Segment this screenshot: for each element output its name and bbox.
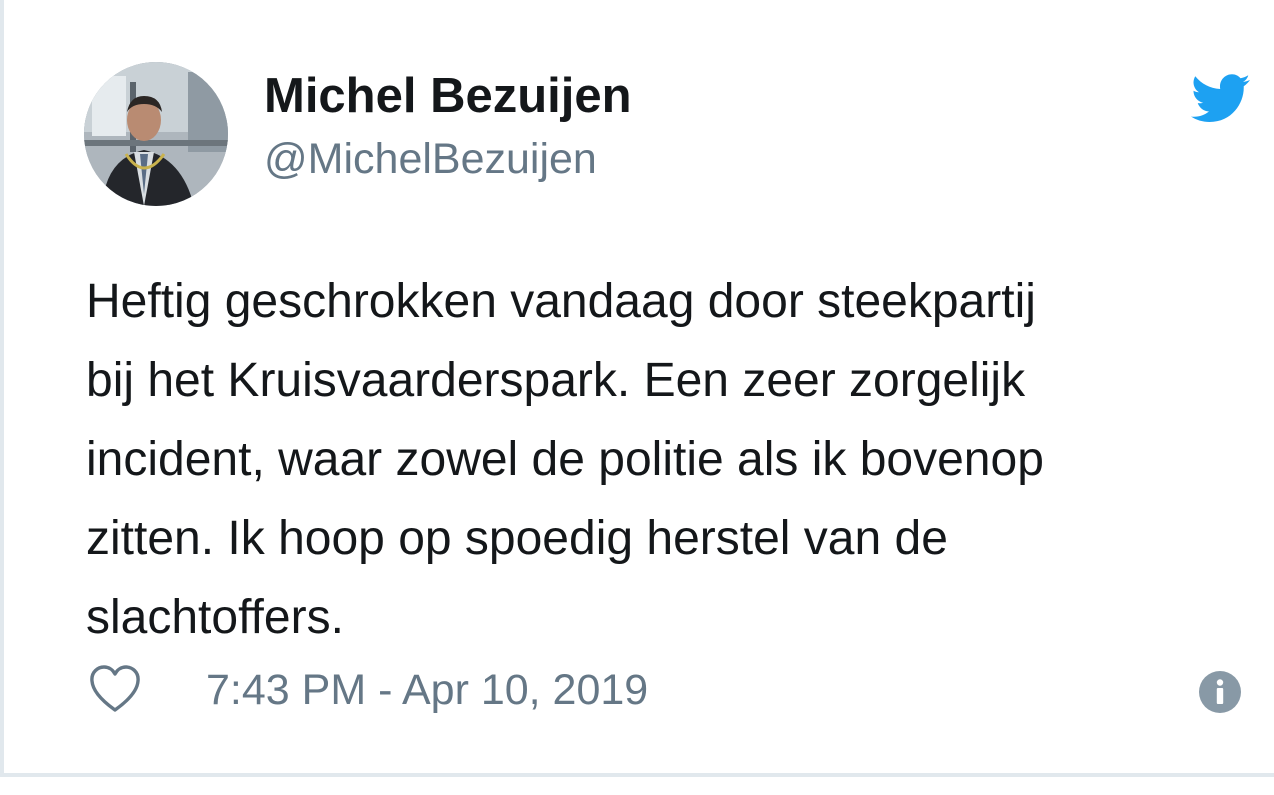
author-avatar[interactable]: [84, 62, 228, 206]
author-handle[interactable]: @MichelBezuijen: [264, 132, 597, 186]
tweet-text: Heftig geschrokken vandaag door steekpar…: [86, 275, 1044, 644]
bottom-divider: [0, 773, 1274, 777]
tweet-card: Michel Bezuijen @MichelBezuijen Heftig g…: [0, 0, 1274, 773]
heart-icon[interactable]: [88, 664, 142, 714]
tweet-timestamp[interactable]: 7:43 PM - Apr 10, 2019: [206, 662, 648, 718]
twitter-bird-icon[interactable]: [1190, 74, 1252, 124]
author-display-name[interactable]: Michel Bezuijen: [264, 66, 632, 126]
info-icon[interactable]: [1198, 670, 1242, 714]
profile-photo: [84, 62, 228, 206]
